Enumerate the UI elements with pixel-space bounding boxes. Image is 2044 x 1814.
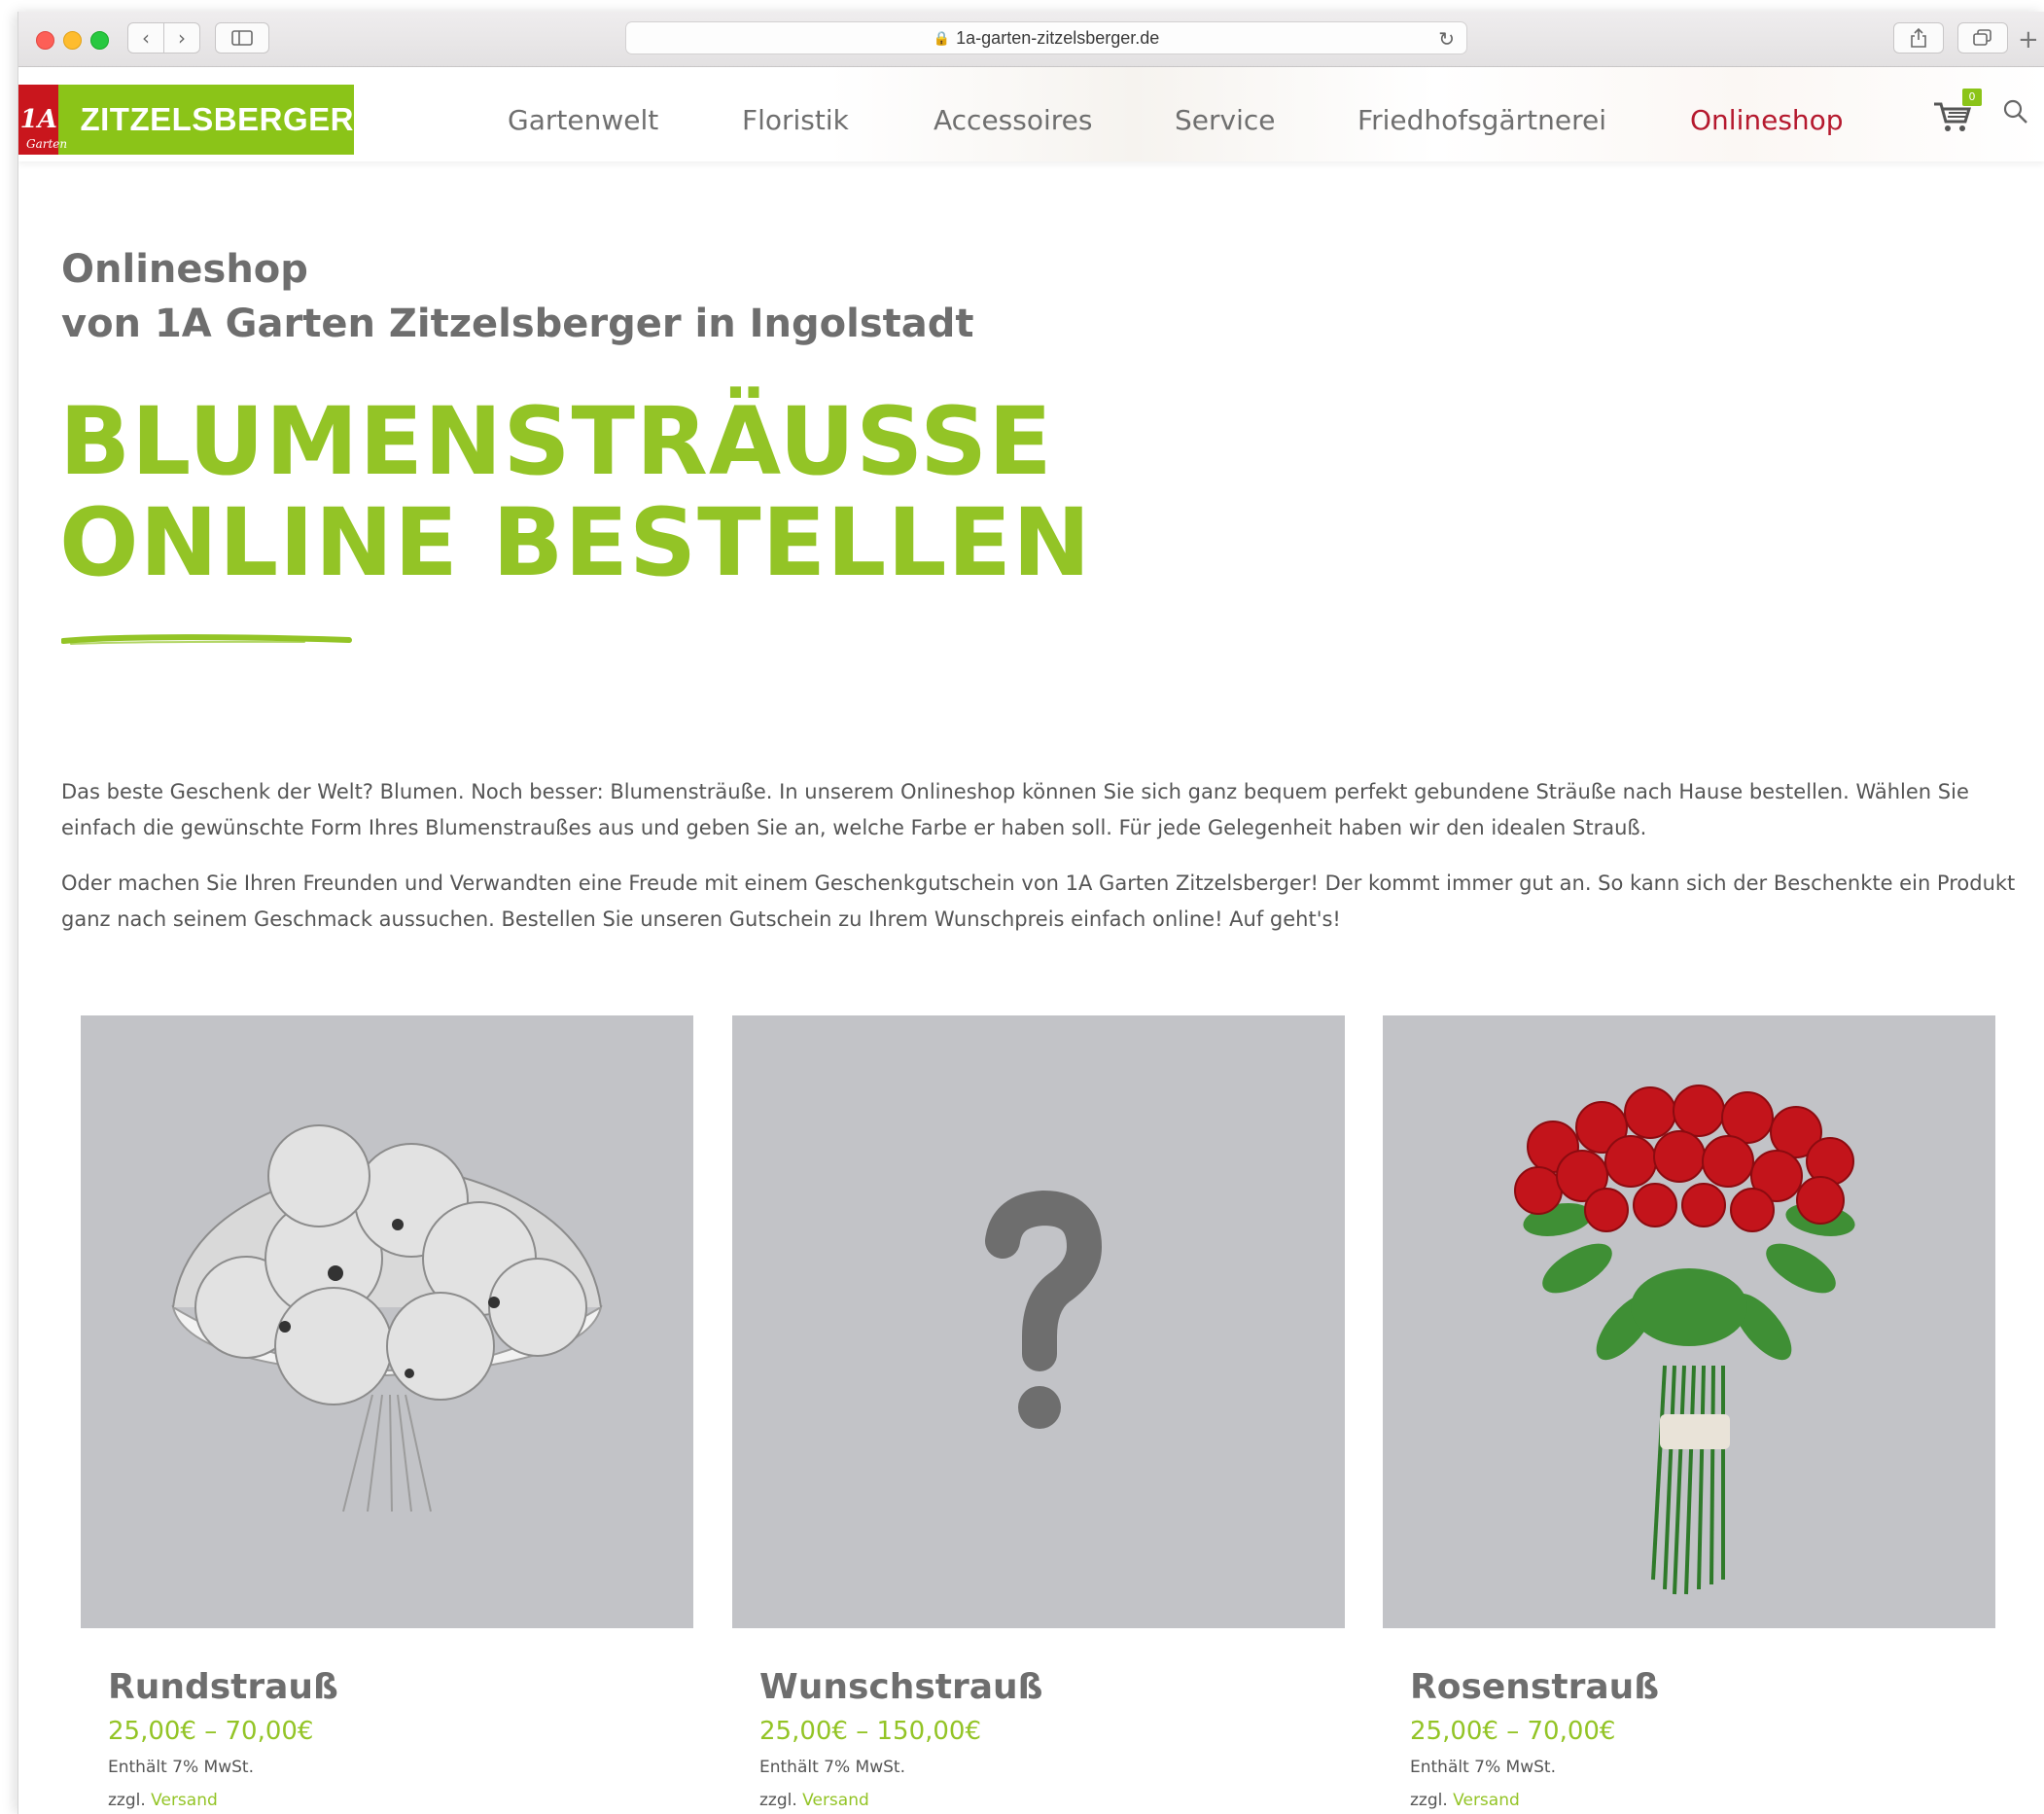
- reload-icon[interactable]: ↻: [1438, 27, 1455, 52]
- share-icon: [1911, 27, 1926, 48]
- nav-item-friedhofsgaertnerei[interactable]: Friedhofsgärtnerei: [1357, 104, 1606, 136]
- product-title[interactable]: Wunschstrauß: [759, 1667, 1345, 1707]
- chevron-right-icon: ›: [178, 26, 186, 50]
- shipping-prefix: zzgl.: [1410, 1791, 1448, 1810]
- intro-text: Das beste Geschenk der Welt? Blumen. Noc…: [61, 774, 2016, 957]
- page-headline: BLUMENSTRÄUSSE ONLINE BESTELLEN: [59, 391, 1091, 593]
- subtitle-line-2: von 1A Garten Zitzelsberger in Ingolstad…: [61, 302, 974, 346]
- nav-item-gartenwelt[interactable]: Gartenwelt: [508, 104, 658, 136]
- chevron-left-icon: ‹: [142, 26, 150, 50]
- product-card[interactable]: Wunschstrauß 25,00€ – 150,00€ Enthält 7%…: [732, 1015, 1345, 1810]
- logo-text: ZITZELSBERGER: [80, 101, 354, 137]
- sidebar-icon: [231, 30, 253, 46]
- product-shipping-note: zzgl. Versand: [108, 1791, 693, 1810]
- round-bouquet-illustration: [171, 1124, 603, 1512]
- rose-bouquet-illustration: [1514, 1085, 1855, 1595]
- product-shipping-note: zzgl. Versand: [759, 1791, 1345, 1810]
- close-window-button[interactable]: [36, 31, 54, 50]
- product-card[interactable]: Rosenstrauß 25,00€ – 70,00€ Enthält 7% M…: [1383, 1015, 1995, 1810]
- browser-window: ‹ › 🔒 1a-garten-zitzelsberger.de ↻ + 1A …: [18, 12, 2044, 1814]
- question-mark-icon: [985, 1190, 1103, 1429]
- zoom-window-button[interactable]: [90, 31, 109, 50]
- logo-badge-sub: Garten: [26, 137, 68, 151]
- page-subtitle: Onlineshop von 1A Garten Zitzelsberger i…: [61, 242, 974, 351]
- share-button[interactable]: [1893, 22, 1944, 53]
- tabs-icon: [1973, 29, 1991, 46]
- nav-item-service[interactable]: Service: [1175, 104, 1275, 136]
- product-title[interactable]: Rosenstrauß: [1410, 1667, 1995, 1707]
- headline-line-2: ONLINE BESTELLEN: [59, 488, 1092, 597]
- forward-button[interactable]: ›: [163, 22, 200, 53]
- browser-toolbar: ‹ › 🔒 1a-garten-zitzelsberger.de ↻ +: [18, 12, 2044, 67]
- logo-badge: 1A Garten: [18, 85, 67, 155]
- shipping-link[interactable]: Versand: [802, 1791, 869, 1810]
- tab-overview-button[interactable]: [1957, 22, 2008, 53]
- address-bar[interactable]: 🔒 1a-garten-zitzelsberger.de ↻: [625, 21, 1467, 54]
- product-tax-note: Enthält 7% MwSt.: [108, 1758, 254, 1777]
- back-button[interactable]: ‹: [127, 22, 164, 53]
- nav-item-onlineshop[interactable]: Onlineshop: [1690, 104, 1844, 136]
- address-url: 1a-garten-zitzelsberger.de: [956, 27, 1160, 48]
- product-price: 25,00€ – 70,00€: [108, 1717, 314, 1746]
- lock-icon: 🔒: [933, 29, 951, 46]
- intro-paragraph-1: Das beste Geschenk der Welt? Blumen. Noc…: [61, 780, 1969, 839]
- shipping-prefix: zzgl.: [108, 1791, 146, 1810]
- sidebar-toggle-button[interactable]: [215, 22, 269, 53]
- site-header: 1A Garten ZITZELSBERGER Gartenwelt Flori…: [18, 67, 2044, 161]
- subtitle-line-1: Onlineshop: [61, 247, 308, 292]
- headline-line-1: BLUMENSTRÄUSSE: [59, 387, 1053, 496]
- search-icon[interactable]: [2002, 98, 2029, 125]
- product-title[interactable]: Rundstrauß: [108, 1667, 693, 1707]
- product-image-rundstrauss[interactable]: [81, 1015, 693, 1628]
- product-image-wunschstrauss[interactable]: [732, 1015, 1345, 1628]
- product-price: 25,00€ – 150,00€: [759, 1717, 982, 1746]
- product-shipping-note: zzgl. Versand: [1410, 1791, 1995, 1810]
- minimize-window-button[interactable]: [63, 31, 82, 50]
- shipping-prefix: zzgl.: [759, 1791, 797, 1810]
- site-logo[interactable]: 1A Garten ZITZELSBERGER: [18, 85, 354, 155]
- new-tab-icon[interactable]: +: [2018, 25, 2044, 58]
- product-tax-note: Enthält 7% MwSt.: [1410, 1758, 1556, 1777]
- nav-item-floristik[interactable]: Floristik: [742, 104, 849, 136]
- logo-badge-text: 1A: [19, 105, 57, 134]
- brush-underline: [61, 634, 352, 645]
- shipping-link[interactable]: Versand: [1453, 1791, 1520, 1810]
- product-tax-note: Enthält 7% MwSt.: [759, 1758, 905, 1777]
- intro-paragraph-2: Oder machen Sie Ihren Freunden und Verwa…: [61, 871, 2016, 931]
- nav-item-accessoires[interactable]: Accessoires: [934, 104, 1092, 136]
- cart-count-badge: 0: [1962, 89, 1982, 106]
- product-image-rosenstrauss[interactable]: [1383, 1015, 1995, 1628]
- shipping-link[interactable]: Versand: [151, 1791, 218, 1810]
- product-price: 25,00€ – 70,00€: [1410, 1717, 1616, 1746]
- product-card[interactable]: Rundstrauß 25,00€ – 70,00€ Enthält 7% Mw…: [81, 1015, 693, 1810]
